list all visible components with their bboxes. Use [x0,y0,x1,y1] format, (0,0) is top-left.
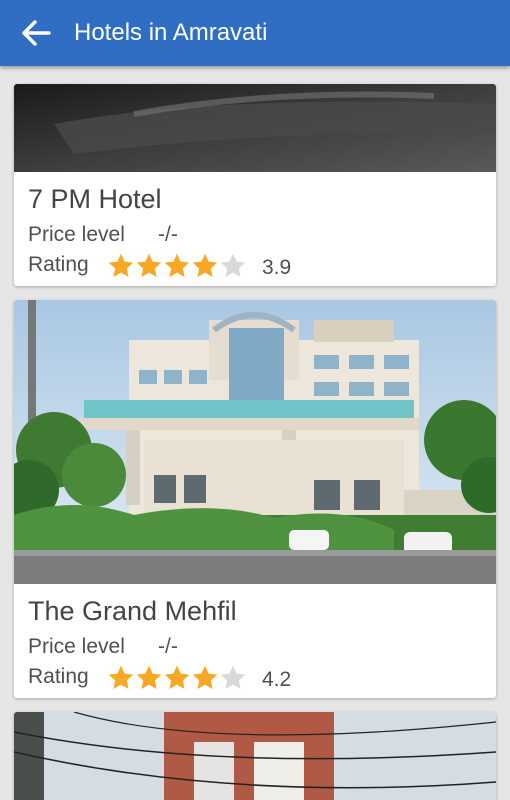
star-empty-icon [220,253,246,277]
hotel-card[interactable]: 7 PM Hotel Price level -/- Rating 3.9 [14,84,496,286]
hotel-photo [14,712,496,800]
star-filled-icon [108,665,134,689]
rating-value: 3.9 [262,256,292,279]
price-level-label: Price level [28,635,125,658]
rating-label: Rating [28,253,89,276]
price-level-label: Price level [28,223,125,246]
rating-label: Rating [28,665,89,688]
rating-value: 4.2 [262,668,292,691]
star-filled-icon [164,665,190,689]
hotel-name: The Grand Mehfil [28,596,237,626]
star-filled-icon [136,253,162,277]
star-filled-icon [164,253,190,277]
app-bar: Hotels in Amravati [0,0,510,66]
back-button[interactable] [14,13,58,53]
star-empty-icon [220,665,246,689]
hotel-photo [14,300,496,584]
hotel-card[interactable]: The Grand Mehfil Price level -/- Rating … [14,300,496,698]
star-filled-icon [136,665,162,689]
hotel-photo [14,84,496,172]
page-title: Hotels in Amravati [74,19,268,46]
hotel-list[interactable]: 7 PM Hotel Price level -/- Rating 3.9 Th… [0,66,510,800]
price-level-value: -/- [158,223,178,246]
star-filled-icon [108,253,134,277]
rating-stars [107,664,247,690]
star-filled-icon [192,665,218,689]
star-filled-icon [192,253,218,277]
rating-stars [107,252,247,278]
arrow-left-icon [22,20,51,46]
price-level-value: -/- [158,635,178,658]
hotel-name: 7 PM Hotel [28,184,162,214]
hotel-card[interactable] [14,712,496,800]
